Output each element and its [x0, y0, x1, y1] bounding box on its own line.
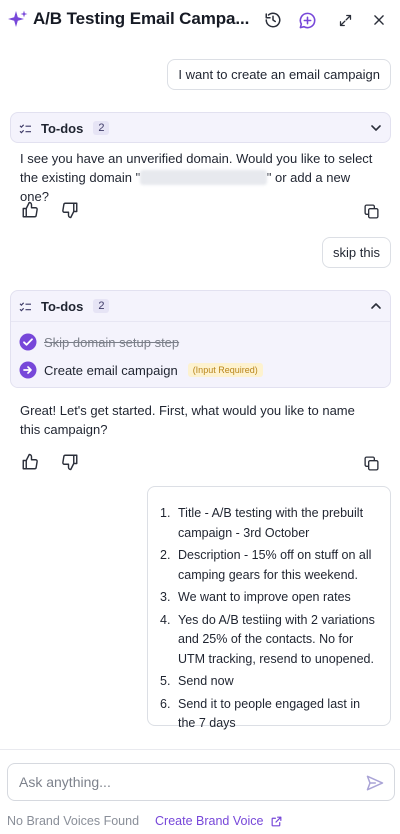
page-title: A/B Testing Email Campa...	[33, 9, 250, 28]
close-icon[interactable]	[367, 8, 391, 32]
list-item: 5. Send now	[160, 674, 234, 688]
user-message: skip this	[322, 237, 391, 268]
list-item: 6. Send it to people engaged last in the …	[160, 696, 361, 731]
assistant-message: Great! Let's get started. First, what wo…	[20, 403, 355, 437]
no-brand-voices-text: No Brand Voices Found	[7, 814, 140, 828]
todo-item: Create email campaign (Input Required)	[19, 356, 382, 384]
list-item: 4. Yes do A/B testiing with 2 variations …	[160, 612, 375, 666]
send-icon[interactable]	[365, 773, 385, 793]
sparkle-logo-icon	[8, 10, 28, 27]
divider	[0, 749, 400, 750]
check-circle-icon	[19, 333, 37, 351]
todo-item-text: Skip domain setup step	[44, 334, 180, 350]
chat-input[interactable]	[19, 774, 359, 790]
todo-label: To-dos	[41, 120, 84, 136]
footer: No Brand Voices Found Create Brand Voice	[0, 810, 400, 832]
copy-icon[interactable]	[360, 200, 382, 222]
todo-list: Skip domain setup step Create email camp…	[11, 321, 390, 387]
chevron-up-icon[interactable]	[368, 298, 384, 314]
new-chat-icon[interactable]	[295, 8, 319, 32]
checklist-icon	[19, 123, 31, 133]
create-brand-voice-label[interactable]: Create Brand Voice	[155, 814, 263, 828]
todo-count-badge: 2	[93, 121, 110, 135]
arrow-circle-icon	[19, 361, 37, 379]
chat-input-box[interactable]	[7, 763, 395, 801]
expand-icon[interactable]	[333, 8, 357, 32]
chevron-down-icon[interactable]	[368, 120, 384, 136]
todo-header[interactable]: To-dos 2	[11, 113, 390, 142]
redacted-domain: habibe.go-highlevel.ai	[140, 170, 267, 185]
header: A/B Testing Email Campa...	[0, 0, 400, 40]
input-required-badge: (Input Required)	[187, 363, 263, 377]
external-link-icon[interactable]	[270, 815, 283, 828]
list-item: 3. We want to improve open rates	[160, 590, 351, 604]
create-brand-voice-link[interactable]: Create Brand Voice	[155, 814, 283, 828]
user-message: I want to create an email campaign	[167, 59, 391, 90]
user-message-list: 1. Title - A/B testing with the prebuilt …	[160, 504, 380, 734]
history-icon[interactable]	[261, 8, 285, 32]
todo-count-badge: 2	[93, 299, 110, 313]
thumbs-down-icon[interactable]	[59, 451, 81, 473]
todo-card: To-dos 2	[10, 112, 391, 143]
todo-card: To-dos 2 Skip domain setup step Create e…	[10, 290, 391, 388]
list-item: 1. Title - A/B testing with the prebuilt …	[160, 506, 364, 540]
user-message: 1. Title - A/B testing with the prebuilt …	[147, 486, 391, 730]
todo-item: Skip domain setup step	[19, 328, 382, 356]
checklist-icon	[19, 301, 31, 311]
thumbs-up-icon[interactable]	[19, 199, 41, 221]
thumbs-up-icon[interactable]	[19, 451, 41, 473]
copy-icon[interactable]	[360, 452, 382, 474]
assistant-message: I see you have an unverified domain. Wou…	[20, 149, 382, 206]
todo-label: To-dos	[41, 298, 84, 314]
list-item: 2. Description - 15% off on stuff on all …	[160, 548, 372, 582]
todo-header[interactable]: To-dos 2	[11, 291, 390, 321]
todo-item-text: Create email campaign	[44, 362, 178, 378]
thumbs-down-icon[interactable]	[59, 199, 81, 221]
